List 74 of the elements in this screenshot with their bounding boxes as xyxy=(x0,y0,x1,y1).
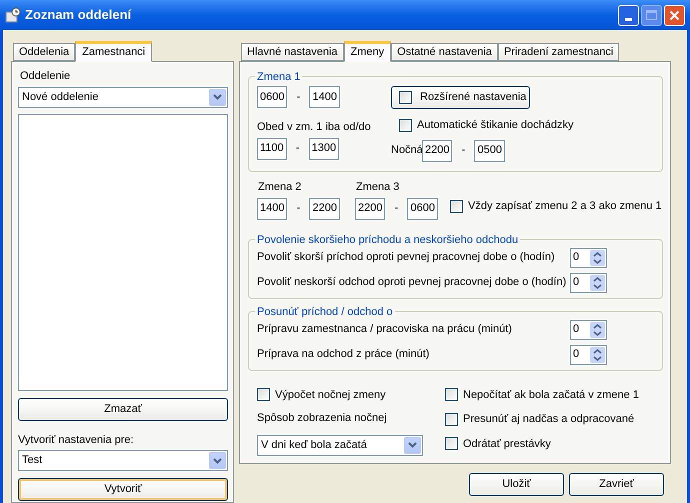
close-icon xyxy=(669,10,680,20)
checkbox[interactable] xyxy=(445,412,458,426)
tab[interactable]: Oddelenia xyxy=(13,43,76,61)
button[interactable]: Zmazať xyxy=(18,398,228,420)
checkbox-label: Odrátať prestávky xyxy=(463,436,551,452)
checkbox-label: Nepočítať ak bola začatá v zmene 1 xyxy=(463,388,639,402)
time-field[interactable]: 1100 xyxy=(257,138,287,160)
field-label: Nočná xyxy=(391,143,420,158)
checkbox[interactable] xyxy=(399,118,412,132)
tab[interactable]: Hlavné nastavenia xyxy=(241,43,344,61)
spin-arrows-icon[interactable] xyxy=(590,274,605,290)
spin-field[interactable]: 0 xyxy=(570,248,607,268)
tab[interactable]: Ostatné nastavenia xyxy=(391,43,498,61)
checkbox[interactable] xyxy=(257,388,270,402)
spin-field[interactable]: 0 xyxy=(570,344,607,364)
time-field[interactable]: 1400 xyxy=(257,198,288,220)
field-label: Zmena 3 xyxy=(356,180,400,195)
checkbox-label: Vždy zapísať zmenu 2 a 3 ako zmenu 1 xyxy=(468,199,662,214)
tab[interactable]: Zmeny xyxy=(344,41,392,62)
time-field[interactable]: 2200 xyxy=(422,140,452,162)
checkbox[interactable] xyxy=(399,91,412,104)
calendar-clock-icon xyxy=(5,7,21,23)
separator-text: - xyxy=(394,201,400,216)
separator-text: - xyxy=(460,143,466,158)
field-label: Spôsob zobrazenia nočnej xyxy=(257,411,388,426)
time-field[interactable]: 0600 xyxy=(407,198,438,220)
time-field[interactable]: 1400 xyxy=(309,86,340,108)
field-label: Oddelenie xyxy=(20,69,72,84)
field-label: Obed v zm. 1 iba od/do xyxy=(257,120,372,135)
chevron-down-icon xyxy=(213,94,222,100)
time-field[interactable]: 2200 xyxy=(355,198,386,220)
field-label: Príprava na odchod z práce (minút) xyxy=(257,347,430,362)
tab[interactable]: Priradení zamestnanci xyxy=(498,43,620,61)
spin-arrows-icon[interactable] xyxy=(590,322,605,338)
tab[interactable]: Zamestnanci xyxy=(75,41,152,62)
time-field[interactable]: 0600 xyxy=(257,86,288,108)
dropdown-button[interactable] xyxy=(209,88,226,106)
chevron-down-icon xyxy=(408,442,417,448)
checkbox[interactable] xyxy=(450,200,463,213)
dropdown-button[interactable] xyxy=(209,452,226,469)
field-label: Povoliť neskorší odchod oproti pevnej pracovnej dobe o (hodín) xyxy=(257,275,568,290)
dropdown-field[interactable]: Test xyxy=(18,450,228,471)
time-field[interactable]: 1300 xyxy=(308,138,340,160)
minimize-button[interactable] xyxy=(618,4,639,26)
chevron-down-icon xyxy=(213,458,222,464)
dropdown-button[interactable] xyxy=(404,436,421,454)
group-title: Povolenie skoršieho príchodu a neskoršieho odchodu xyxy=(255,232,520,248)
checkbox-label: Automatické štikanie dochádzky xyxy=(417,118,574,133)
checkbox-label: Výpočet nočnej zmeny xyxy=(275,388,386,402)
spin-field[interactable]: 0 xyxy=(570,320,607,340)
separator-text: - xyxy=(296,90,302,105)
separator-text: - xyxy=(296,201,302,216)
time-field[interactable]: 0500 xyxy=(474,140,505,162)
field-label: Zmena 2 xyxy=(258,180,302,195)
checkbox-label: Presunúť aj nadčas a odpracované xyxy=(463,412,634,427)
button[interactable]: Vytvoriť xyxy=(18,478,228,501)
button[interactable]: Uložiť xyxy=(469,473,564,496)
separator-text: - xyxy=(294,141,300,156)
group-title: Posunúť príchod / odchod o xyxy=(255,304,395,320)
dropdown-field[interactable]: Nové oddelenie xyxy=(18,86,228,108)
checkbox[interactable] xyxy=(445,388,458,402)
spin-field[interactable]: 0 xyxy=(570,272,607,292)
field-label: Vytvoriť nastavenia pre: xyxy=(18,432,135,448)
advanced-settings-button[interactable]: Rozšírené nastavenia xyxy=(391,86,530,109)
checkbox[interactable] xyxy=(445,437,458,450)
window-title: Zoznam oddelení xyxy=(25,6,132,24)
field-label: Povoliť skorší príchod oproti pevnej pracovnej dobe o (hodín) xyxy=(257,250,556,266)
dropdown-field[interactable]: V dni keď bola začatá xyxy=(257,434,423,456)
field-label: Prípravu zamestnanca / pracoviska na prácu (minút) xyxy=(257,322,513,338)
spin-arrows-icon[interactable] xyxy=(590,346,605,362)
time-field[interactable]: 2200 xyxy=(309,198,340,220)
button[interactable]: Zavrieť xyxy=(569,473,664,496)
close-button[interactable] xyxy=(664,4,685,26)
spin-arrows-icon[interactable] xyxy=(590,250,605,266)
